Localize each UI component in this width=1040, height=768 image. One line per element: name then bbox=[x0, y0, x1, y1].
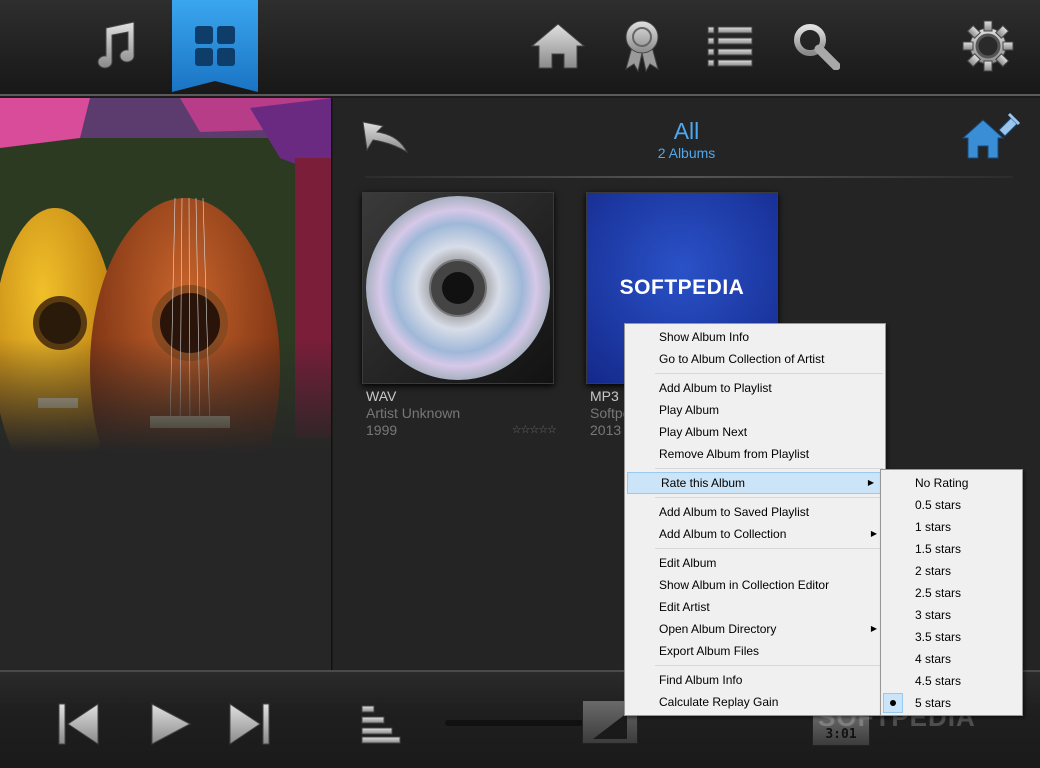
menu-separator bbox=[655, 548, 883, 549]
menu-open-album-directory[interactable]: Open Album Directory ▶ bbox=[625, 618, 885, 640]
menu-separator bbox=[655, 665, 883, 666]
previous-icon bbox=[58, 703, 99, 745]
menu-separator bbox=[655, 497, 883, 498]
home-icon bbox=[530, 23, 586, 69]
menu-item-label: Rate this Album bbox=[661, 476, 746, 490]
rating-2-5-stars[interactable]: 2.5 stars bbox=[881, 582, 1022, 604]
play-button[interactable] bbox=[148, 702, 192, 750]
menu-item-label: Open Album Directory bbox=[659, 622, 777, 636]
view-title: All bbox=[673, 118, 700, 144]
submenu-arrow-icon: ▶ bbox=[870, 624, 877, 633]
rating-1-stars[interactable]: 1 stars bbox=[881, 516, 1022, 538]
previous-button[interactable] bbox=[56, 702, 100, 750]
selected-bullet-icon bbox=[883, 693, 903, 713]
album-format: WAV bbox=[366, 388, 397, 404]
album-year: 2013 bbox=[590, 422, 622, 438]
album-art-panel bbox=[0, 98, 332, 670]
albums-grid-icon bbox=[195, 26, 235, 66]
menu-play-album-next[interactable]: Play Album Next bbox=[625, 421, 885, 443]
menu-item-label: 5 stars bbox=[915, 696, 952, 710]
menu-play-album[interactable]: Play Album bbox=[625, 399, 885, 421]
rating-submenu: No Rating 0.5 stars 1 stars 1.5 stars 2 … bbox=[880, 469, 1023, 716]
rating-3-5-stars[interactable]: 3.5 stars bbox=[881, 626, 1022, 648]
top-navigation-bar bbox=[0, 0, 1040, 96]
menu-separator bbox=[655, 468, 883, 469]
nav-search-button[interactable] bbox=[774, 0, 858, 92]
menu-edit-artist[interactable]: Edit Artist bbox=[625, 596, 885, 618]
menu-item-label: Add Album to Collection bbox=[659, 527, 787, 541]
menu-add-album-to-playlist[interactable]: Add Album to Playlist bbox=[625, 377, 885, 399]
cd-disc-icon bbox=[363, 193, 553, 383]
home-pin-button[interactable] bbox=[961, 112, 1021, 166]
view-subtitle: 2 Albums bbox=[657, 145, 716, 161]
next-button[interactable] bbox=[228, 702, 272, 750]
rating-4-stars[interactable]: 4 stars bbox=[881, 648, 1022, 670]
nav-music-button[interactable] bbox=[74, 0, 158, 92]
album-context-menu: Show Album Info Go to Album Collection o… bbox=[624, 323, 886, 716]
nav-list-button[interactable] bbox=[688, 0, 772, 92]
content-divider bbox=[365, 176, 1013, 178]
menu-add-album-to-saved-playlist[interactable]: Add Album to Saved Playlist bbox=[625, 501, 885, 523]
submenu-arrow-icon: ▶ bbox=[867, 478, 874, 487]
album-format: MP3 bbox=[590, 388, 619, 404]
menu-edit-album[interactable]: Edit Album bbox=[625, 552, 885, 574]
menu-remove-album-from-playlist[interactable]: Remove Album from Playlist bbox=[625, 443, 885, 465]
search-icon bbox=[794, 24, 840, 70]
album-card-1[interactable]: WAV Artist Unknown 1999 ☆☆☆☆☆ bbox=[362, 192, 557, 438]
playlist-button[interactable] bbox=[360, 704, 402, 748]
menu-separator bbox=[655, 373, 883, 374]
rating-3-stars[interactable]: 3 stars bbox=[881, 604, 1022, 626]
menu-rate-this-album[interactable]: Rate this Album ▶ bbox=[627, 472, 883, 494]
menu-go-to-album-collection-of-artist[interactable]: Go to Album Collection of Artist bbox=[625, 348, 885, 370]
rating-0-5-stars[interactable]: 0.5 stars bbox=[881, 494, 1022, 516]
nav-settings-button[interactable] bbox=[946, 0, 1030, 92]
menu-show-album-in-collection-editor[interactable]: Show Album in Collection Editor bbox=[625, 574, 885, 596]
album-rating-stars[interactable]: ☆☆☆☆☆ bbox=[512, 423, 557, 436]
gear-icon bbox=[962, 20, 1014, 72]
list-icon bbox=[707, 26, 753, 67]
music-note-icon bbox=[97, 21, 135, 69]
album-artist: Artist Unknown bbox=[366, 405, 461, 421]
nav-albums-button[interactable] bbox=[172, 0, 258, 92]
menu-show-album-info[interactable]: Show Album Info bbox=[625, 326, 885, 348]
home-pin-icon bbox=[961, 112, 1021, 159]
next-icon bbox=[229, 703, 270, 745]
menu-export-album-files[interactable]: Export Album Files bbox=[625, 640, 885, 662]
menu-calculate-replay-gain[interactable]: Calculate Replay Gain bbox=[625, 691, 885, 713]
rating-2-stars[interactable]: 2 stars bbox=[881, 560, 1022, 582]
play-icon bbox=[151, 703, 192, 745]
album-cover bbox=[362, 192, 554, 384]
rating-1-5-stars[interactable]: 1.5 stars bbox=[881, 538, 1022, 560]
rating-no-rating[interactable]: No Rating bbox=[881, 472, 1022, 494]
menu-add-album-to-collection[interactable]: Add Album to Collection ▶ bbox=[625, 523, 885, 545]
rating-4-5-stars[interactable]: 4.5 stars bbox=[881, 670, 1022, 692]
playlist-icon bbox=[361, 705, 401, 744]
album-year: 1999 bbox=[366, 422, 398, 438]
nav-home-button[interactable] bbox=[516, 0, 600, 92]
submenu-arrow-icon: ▶ bbox=[870, 529, 877, 538]
rating-5-stars[interactable]: 5 stars bbox=[881, 692, 1022, 714]
album-art-image bbox=[0, 98, 331, 670]
music-player-app: All 2 Albums WAV Artist Unknown 1999 ☆☆☆… bbox=[0, 0, 1040, 768]
award-icon bbox=[625, 20, 659, 73]
menu-find-album-info[interactable]: Find Album Info bbox=[625, 669, 885, 691]
nav-awards-button[interactable] bbox=[600, 0, 684, 92]
cover-text: SOFTPEDIA bbox=[619, 276, 745, 299]
